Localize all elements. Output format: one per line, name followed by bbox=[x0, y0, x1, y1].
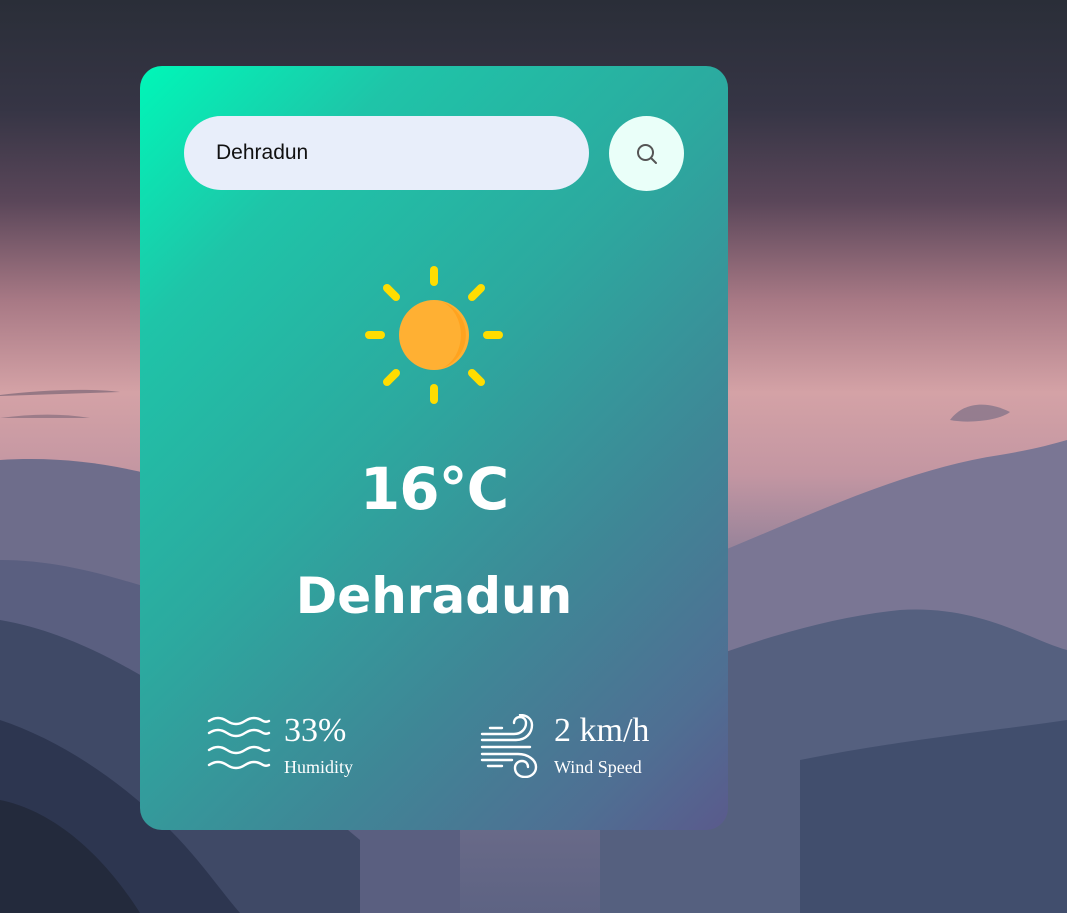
humidity-waves-icon bbox=[207, 716, 271, 770]
search-button[interactable] bbox=[609, 116, 684, 191]
weather-card: 16°C Dehradun 33% Humidity 2 bbox=[140, 66, 728, 830]
city-name: Dehradun bbox=[295, 567, 573, 625]
wind-stat: 2 km/h Wind Speed bbox=[478, 714, 678, 784]
wind-value: 2 km/h bbox=[554, 712, 650, 749]
sun-icon bbox=[365, 266, 503, 404]
wind-label: Wind Speed bbox=[554, 757, 642, 777]
search-input[interactable] bbox=[184, 116, 589, 190]
search-icon bbox=[636, 143, 657, 164]
humidity-stat: 33% Humidity bbox=[207, 714, 407, 784]
wind-icon bbox=[480, 714, 538, 778]
humidity-label: Humidity bbox=[284, 757, 354, 777]
temperature: 16°C bbox=[359, 455, 509, 523]
humidity-value: 33% bbox=[284, 712, 347, 749]
